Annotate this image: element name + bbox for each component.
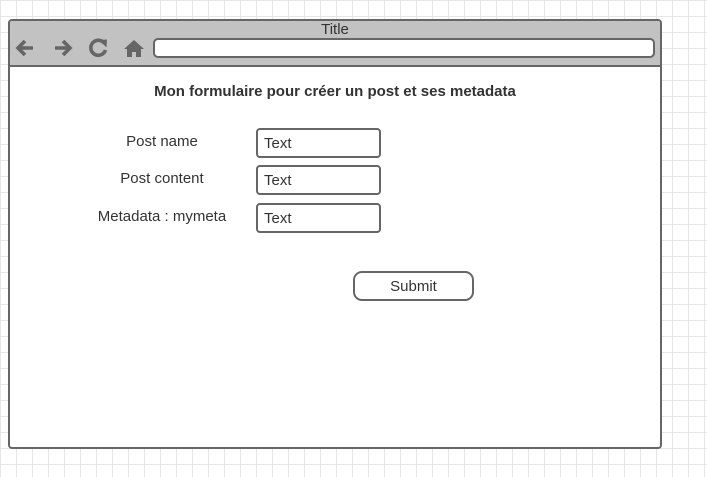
browser-titlebar: Title <box>10 21 660 67</box>
refresh-icon[interactable] <box>87 37 109 59</box>
post-name-input[interactable] <box>256 128 381 158</box>
post-content-label: Post content <box>120 170 204 187</box>
browser-window: Title Mon formulaire pour créer un post … <box>8 19 662 449</box>
home-icon[interactable] <box>123 37 145 59</box>
metadata-mymeta-input[interactable] <box>256 203 381 233</box>
page-content: Mon formulaire pour créer un post et ses… <box>10 67 660 447</box>
metadata-mymeta-label: Metadata : mymeta <box>97 208 227 225</box>
window-title: Title <box>321 21 349 38</box>
address-bar[interactable] <box>153 38 655 58</box>
submit-button[interactable]: Submit <box>353 271 474 301</box>
post-content-input[interactable] <box>256 165 381 195</box>
post-name-label: Post name <box>126 133 198 150</box>
arrow-right-icon[interactable] <box>52 37 74 59</box>
arrow-left-icon[interactable] <box>14 37 36 59</box>
form-title: Mon formulaire pour créer un post et ses… <box>154 83 516 100</box>
